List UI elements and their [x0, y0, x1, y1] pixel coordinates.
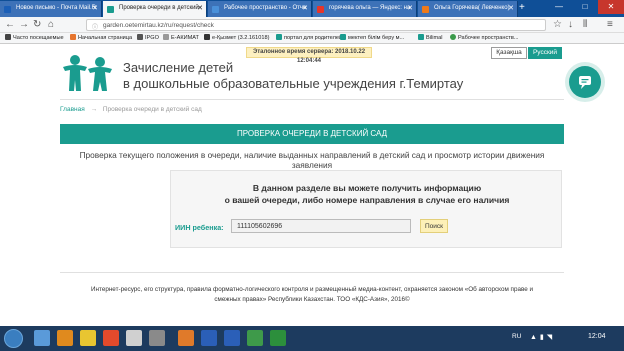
mail-favicon-icon: [4, 6, 11, 13]
folder-icon[interactable]: [80, 330, 96, 346]
tab-workspace[interactable]: Рабочее пространство - Отче ✕: [208, 1, 312, 17]
footer-text: Интернет-ресурс, его структура, правила …: [60, 285, 564, 305]
bookmark-ipgo[interactable]: IPGO: [137, 34, 159, 41]
tab-label: Новое письмо - Почта Mail.R: [16, 5, 96, 11]
chat-bubble-icon: [579, 76, 591, 89]
back-arrow-icon[interactable]: ←: [5, 19, 15, 31]
menu-icon[interactable]: ≡: [607, 19, 613, 31]
tab-close-icon[interactable]: ✕: [508, 4, 514, 12]
bookmark-workspace[interactable]: Рабочее пространств...: [450, 34, 518, 41]
tab-label: Рабочее пространство - Отче: [224, 5, 307, 11]
bookmark-bilimal[interactable]: Bilimal: [418, 34, 442, 41]
excel-icon[interactable]: [247, 330, 263, 346]
gear-icon: [5, 34, 11, 40]
bookmark-parents-portal[interactable]: портал для родителей: [276, 34, 342, 41]
breadcrumb: Главная → Проверка очереди в детский сад: [60, 106, 206, 113]
reload-icon[interactable]: ↻: [33, 19, 41, 31]
footer-line1: Интернет-ресурс, его структура, правила …: [91, 286, 533, 293]
tab-label: Ольга Горячева( Левченко): [434, 5, 510, 11]
minimize-button[interactable]: —: [546, 0, 572, 14]
bookmark-star-icon[interactable]: ☆: [553, 19, 562, 31]
section-title-bar: ПРОВЕРКА ОЧЕРЕДИ В ДЕТСКИЙ САД: [60, 124, 564, 144]
site-favicon-icon: [107, 6, 114, 13]
site-favicon-icon: [340, 34, 346, 40]
tab-label: горячева ольга — Яндекс: на: [329, 5, 411, 11]
forward-arrow-icon[interactable]: →: [19, 19, 29, 31]
form-heading-line1: В данном разделе вы можете получить инфо…: [252, 183, 482, 193]
globe-icon: [204, 34, 210, 40]
navigation-bar: ← → ↻ ⌂ ⓘ garden.oetemirtau.kz/ru/reques…: [0, 17, 624, 33]
address-bar[interactable]: ⓘ garden.oetemirtau.kz/ru/request/check: [86, 19, 546, 31]
search-button[interactable]: Поиск: [420, 219, 448, 233]
tab-close-icon[interactable]: ✕: [407, 4, 413, 12]
app-icon[interactable]: [149, 330, 165, 346]
site-title-line2: в дошкольные образовательные учреждения …: [123, 76, 464, 91]
header-divider: [60, 99, 564, 100]
web-page: Эталонное время сервера: 2018.10.22 12:0…: [0, 44, 624, 326]
firefox-icon[interactable]: [178, 330, 194, 346]
start-button[interactable]: [4, 329, 23, 348]
downloads-icon[interactable]: ↓: [568, 19, 573, 31]
address-text[interactable]: garden.oetemirtau.kz/ru/request/check: [103, 22, 214, 29]
section-subtitle: Проверка текущего положения в очереди, н…: [79, 150, 545, 170]
bilimal-icon: [418, 34, 424, 40]
check-form-card: В данном разделе вы можете получить инфо…: [170, 170, 562, 248]
home-icon[interactable]: ⌂: [48, 19, 54, 31]
breadcrumb-separator: →: [90, 106, 98, 113]
browser-tab-strip: Новое письмо - Почта Mail.R ✕ Проверка о…: [0, 0, 624, 17]
workspace-favicon-icon: [212, 6, 219, 13]
bookmark-frequent[interactable]: Часто посещаемые: [5, 34, 64, 41]
tab-queue-check[interactable]: Проверка очереди в детский ✕: [103, 1, 207, 17]
ok-favicon-icon: [422, 6, 429, 13]
language-indicator[interactable]: RU: [512, 333, 521, 340]
tab-label: Проверка очереди в детский: [119, 5, 199, 11]
tray-icons[interactable]: ▲▮◥: [530, 333, 555, 341]
tab-yandex[interactable]: горячева ольга — Яндекс: на ✕: [313, 1, 417, 17]
iin-label: ИИН ребенка:: [175, 223, 224, 232]
app-icon[interactable]: [270, 330, 286, 346]
form-heading-line2: о вашей очереди, либо номере направления…: [224, 195, 510, 205]
bookmarks-bar: Часто посещаемые Начальная страница IPGO…: [0, 33, 624, 44]
app-icon[interactable]: [126, 330, 142, 346]
form-heading: В данном разделе вы можете получить инфо…: [171, 182, 563, 206]
footer-line2: смежных правах» Республики Казахстан. ТО…: [214, 296, 410, 303]
server-time-banner: Эталонное время сервера: 2018.10.22 12:0…: [246, 47, 372, 64]
breadcrumb-current: Проверка очереди в детский сад: [102, 106, 202, 113]
iin-input[interactable]: [231, 219, 411, 233]
site-title-line1: Зачисление детей: [123, 60, 234, 75]
bookmark-school-portal[interactable]: мектеп білім беру м...: [340, 34, 404, 41]
ie-icon[interactable]: [34, 330, 50, 346]
clock[interactable]: 12:04: [588, 333, 606, 340]
tab-profile[interactable]: Ольга Горячева( Левченко) ✕: [418, 1, 518, 17]
workspace-icon: [450, 34, 456, 40]
bookmark-e-kyzmet[interactable]: e-Қызмет (3.2.161018): [204, 34, 269, 41]
children-logo-icon[interactable]: [60, 53, 120, 93]
media-player-icon[interactable]: [103, 330, 119, 346]
bookmark-start-page[interactable]: Начальная страница: [70, 34, 132, 41]
globe-icon: [163, 34, 169, 40]
tab-mail[interactable]: Новое письмо - Почта Mail.R ✕: [0, 1, 102, 17]
language-kazakh-button[interactable]: Қазақша: [491, 47, 527, 59]
app-icon[interactable]: [201, 330, 217, 346]
bookmark-e-akimat[interactable]: E-АКИМАТ: [163, 34, 199, 41]
bookmark-icon: [137, 34, 143, 40]
chat-button[interactable]: [569, 66, 601, 98]
close-window-button[interactable]: ✕: [598, 0, 624, 14]
language-russian-button[interactable]: Русский: [528, 47, 562, 59]
yandex-favicon-icon: [317, 6, 324, 13]
tab-close-icon[interactable]: ✕: [197, 4, 203, 12]
site-favicon-icon: [276, 34, 282, 40]
maximize-button[interactable]: □: [572, 0, 598, 14]
breadcrumb-home-link[interactable]: Главная: [60, 106, 85, 113]
taskbar: RU ▲▮◥ 12:04: [0, 326, 624, 351]
tab-close-icon[interactable]: ✕: [302, 4, 308, 12]
library-icon[interactable]: ⫴: [583, 19, 587, 31]
explorer-icon[interactable]: [57, 330, 73, 346]
new-tab-button[interactable]: +: [519, 2, 525, 13]
firefox-icon: [70, 34, 76, 40]
word-icon[interactable]: [224, 330, 240, 346]
site-info-icon[interactable]: ⓘ: [92, 22, 98, 31]
footer-divider: [60, 272, 564, 273]
tab-close-icon[interactable]: ✕: [92, 4, 98, 12]
